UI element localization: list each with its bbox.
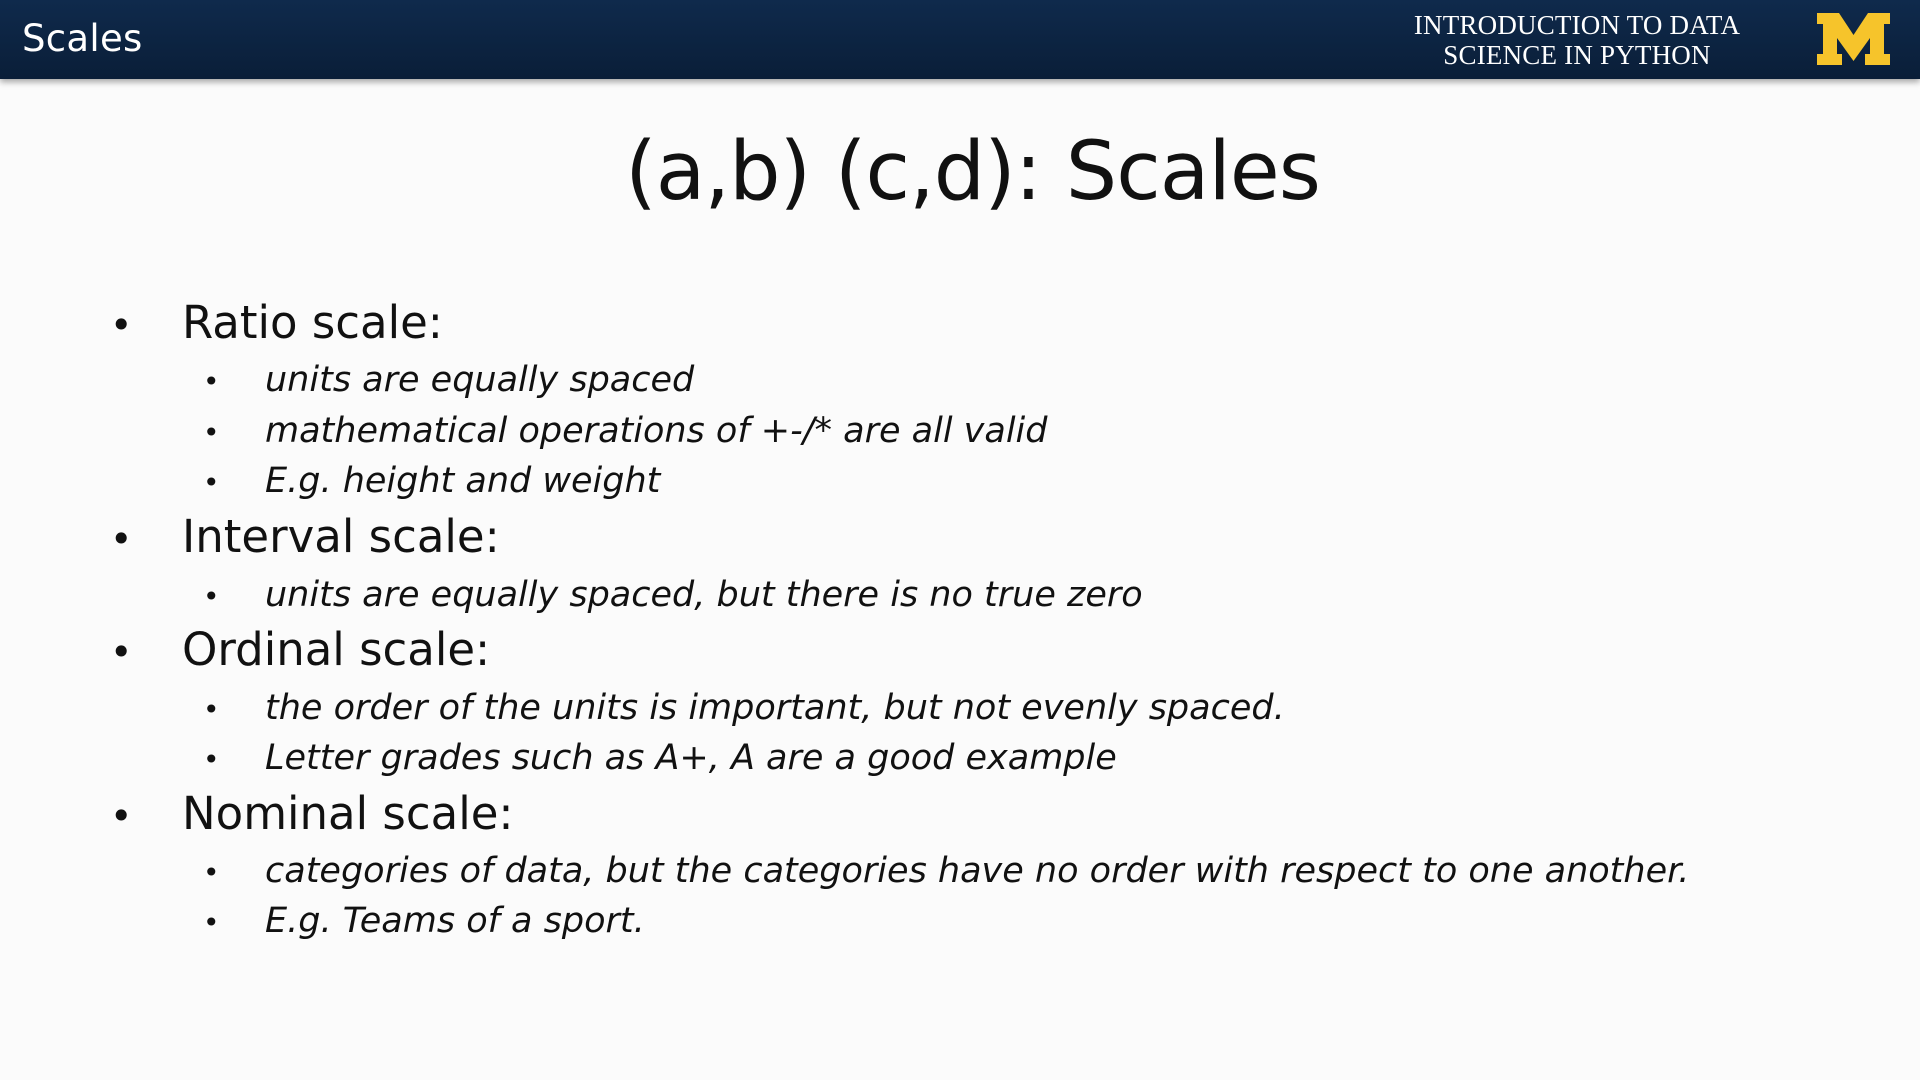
bullet-icon: •	[203, 856, 220, 889]
list-item: • units are equally spaced	[203, 358, 694, 404]
bullet-icon: •	[203, 906, 220, 939]
item-text: the order of the units is important, but…	[265, 688, 1285, 728]
item-text: units are equally spaced	[265, 360, 695, 400]
item-text: mathematical operations of +-/* are all …	[265, 411, 1048, 451]
list-item: • the order of the units is important, bu…	[203, 686, 1285, 732]
list-item: • E.g. height and weight	[203, 459, 660, 505]
item-text: units are equally spaced, but there is n…	[265, 575, 1143, 615]
heading-text: Ratio scale:	[182, 296, 443, 349]
bullet-icon: •	[203, 743, 220, 776]
heading-text: Nominal scale:	[182, 787, 514, 840]
heading-text: Interval scale:	[182, 510, 500, 563]
item-text: Letter grades such as A+, A are a good e…	[265, 738, 1117, 778]
item-text: E.g. Teams of a sport.	[265, 901, 645, 941]
list-item: • mathematical operations of +-/* are all…	[203, 409, 1048, 455]
item-text: categories of data, but the categories h…	[265, 851, 1690, 891]
bullet-icon: •	[203, 416, 220, 449]
list-item-heading: • Ratio scale:	[110, 296, 443, 352]
bullet-icon: •	[110, 794, 133, 838]
bullet-icon: •	[110, 630, 133, 674]
heading-text: Ordinal scale:	[182, 623, 491, 676]
item-text: E.g. height and weight	[265, 461, 661, 501]
bullet-list: • Ratio scale: • units are equally spaced …	[0, 0, 1920, 1080]
bullet-icon: •	[203, 580, 220, 613]
bullet-icon: •	[110, 303, 133, 347]
bullet-icon: •	[203, 466, 220, 499]
list-item: • E.g. Teams of a sport.	[203, 899, 645, 945]
list-item-heading: • Ordinal scale:	[110, 623, 490, 679]
bullet-icon: •	[110, 517, 133, 561]
list-item: • Letter grades such as A+, A are a good …	[203, 736, 1117, 782]
list-item-heading: • Nominal scale:	[110, 787, 514, 843]
bullet-icon: •	[203, 365, 220, 398]
bullet-icon: •	[203, 693, 220, 726]
list-item-heading: • Interval scale:	[110, 510, 500, 566]
list-item: • categories of data, but the categories …	[203, 849, 1689, 895]
list-item: • units are equally spaced, but there is …	[203, 573, 1143, 619]
